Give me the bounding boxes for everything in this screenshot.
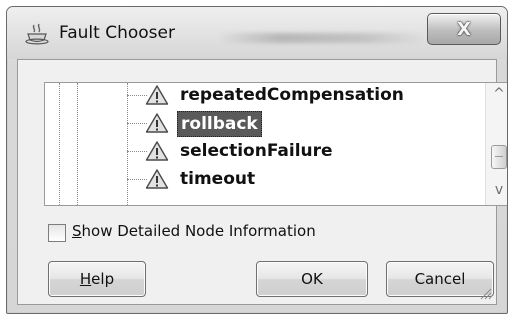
help-button-text: elp <box>91 270 115 288</box>
close-button[interactable]: X <box>427 13 501 45</box>
window-title: Fault Chooser <box>59 23 175 43</box>
dialog-body: repeatedCompensation rollback selectionFai… <box>17 59 507 305</box>
ok-button-label: OK <box>301 270 323 288</box>
tree-scrollbar[interactable]: ^ v <box>485 83 507 205</box>
tree-connector-line <box>127 123 147 124</box>
tree-connector-line <box>127 179 147 180</box>
warning-triangle-icon <box>145 169 169 189</box>
show-details-label-text: how Detailed Node Information <box>81 222 316 240</box>
warning-triangle-icon <box>145 85 169 105</box>
tree-node-label[interactable]: repeatedCompensation <box>177 83 407 107</box>
tree-node[interactable]: rollback <box>45 109 485 137</box>
scroll-down-arrow-icon[interactable]: v <box>492 183 506 197</box>
coffee-cup-icon <box>25 23 49 45</box>
help-button[interactable]: Help <box>48 261 146 297</box>
fault-tree[interactable]: repeatedCompensation rollback selectionFai… <box>44 82 507 206</box>
mnemonic-s: S <box>72 222 82 240</box>
resize-grip-icon[interactable] <box>478 286 492 300</box>
close-icon: X <box>457 18 471 40</box>
mnemonic-h: H <box>79 270 92 288</box>
show-details-label[interactable]: Show Detailed Node Information <box>72 222 316 240</box>
tree-connector-line <box>127 151 147 152</box>
scroll-thumb[interactable] <box>491 145 507 169</box>
warning-triangle-icon <box>145 141 169 161</box>
fault-tree-viewport: repeatedCompensation rollback selectionFai… <box>45 83 485 205</box>
title-bar[interactable]: Fault Chooser X <box>7 7 507 59</box>
title-bar-blur <box>217 33 427 43</box>
tree-node[interactable]: selectionFailure <box>45 137 485 165</box>
cancel-button-label: Cancel <box>414 270 466 288</box>
scroll-up-arrow-icon[interactable]: ^ <box>492 87 506 101</box>
tree-node[interactable]: timeout <box>45 165 485 193</box>
tree-node-label[interactable]: timeout <box>177 167 258 191</box>
tree-node[interactable]: repeatedCompensation <box>45 83 485 109</box>
show-details-checkbox[interactable] <box>48 224 66 242</box>
warning-triangle-icon <box>145 113 169 133</box>
tree-node-label[interactable]: rollback <box>177 111 262 137</box>
ok-button[interactable]: OK <box>256 261 368 297</box>
fault-chooser-dialog: Fault Chooser X repeatedCompensation roll… <box>6 6 508 314</box>
tree-connector-line <box>127 95 147 96</box>
tree-node-label[interactable]: selectionFailure <box>177 139 336 163</box>
